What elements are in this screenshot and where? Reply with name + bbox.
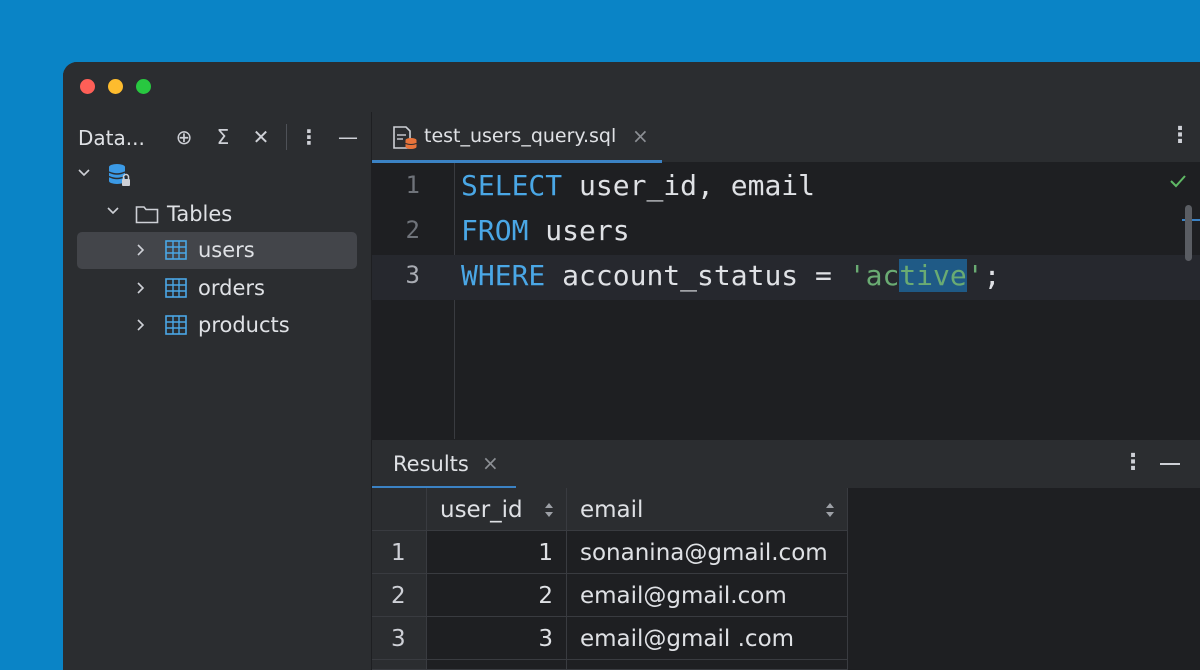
sort-icon[interactable]	[544, 501, 554, 519]
table-icon	[165, 315, 187, 335]
chevron-right-icon[interactable]	[134, 243, 148, 257]
tree-item-tables-folder[interactable]: Tables	[77, 196, 357, 233]
table-cell-user-id[interactable]: 1	[427, 531, 567, 574]
results-more-icon[interactable]: ⋮	[1122, 450, 1144, 475]
code-line[interactable]: 1 SELECT user_id, email	[372, 165, 1200, 210]
table-icon	[165, 240, 187, 260]
tree-item-products[interactable]: products	[77, 307, 357, 344]
ide-window: Data... ⊕ Σ ✕ ⋮ — Tables users orders pr…	[63, 62, 1200, 670]
editor-more-icon[interactable]: ⋮	[1169, 123, 1191, 148]
column-header-user-id[interactable]: user_id	[427, 488, 567, 531]
table-cell-email[interactable]: email@gmail.com	[567, 574, 848, 617]
sql-text: account_status =	[545, 259, 849, 292]
editor-scrollbar[interactable]	[1185, 205, 1192, 261]
code-text: FROM users	[461, 214, 630, 247]
results-tab-label: Results	[393, 452, 469, 476]
sql-keyword: SELECT	[461, 169, 563, 202]
chevron-right-icon[interactable]	[134, 281, 148, 295]
table-cell-user-id[interactable]: 2	[427, 574, 567, 617]
row-number	[372, 660, 427, 670]
sql-text: users	[528, 214, 630, 247]
tree-label-products: products	[198, 313, 290, 337]
title-bar	[63, 62, 1200, 112]
row-number[interactable]: 1	[372, 531, 427, 574]
table-cell-user-id	[427, 660, 567, 670]
tab-label: test_users_query.sql	[424, 125, 617, 147]
chevron-right-icon[interactable]	[134, 318, 148, 332]
window-close-button[interactable]	[80, 79, 95, 94]
tab-close-icon[interactable]: ×	[632, 124, 649, 148]
tree-label-users: users	[198, 238, 255, 262]
sql-string: 'ac	[848, 259, 900, 292]
code-line-current[interactable]: 3 WHERE account_status = 'active';	[372, 255, 1200, 300]
table-cell-user-id[interactable]: 3	[427, 617, 567, 660]
table-cell-email	[567, 660, 848, 670]
column-header-label: email	[580, 497, 644, 523]
chevron-down-icon[interactable]	[77, 166, 91, 180]
tree-item-datasource[interactable]	[77, 158, 357, 195]
line-number: 3	[405, 261, 420, 289]
code-text: SELECT user_id, email	[461, 169, 815, 202]
results-close-icon[interactable]: ×	[482, 451, 499, 475]
database-sidebar: Data... ⊕ Σ ✕ ⋮ — Tables users orders pr…	[63, 112, 372, 670]
sql-keyword: FROM	[461, 214, 529, 247]
tab-test-users-query[interactable]: test_users_query.sql ×	[372, 112, 662, 163]
sort-icon[interactable]	[825, 501, 835, 519]
row-number[interactable]: 3	[372, 617, 427, 660]
sql-editor[interactable]: 1 SELECT user_id, email 2 FROM users 3 W…	[372, 163, 1200, 439]
minimize-panel-icon[interactable]: —	[335, 124, 361, 150]
sidebar-header: Data... ⊕ Σ ✕ ⋮ —	[63, 112, 371, 162]
tree-item-orders[interactable]: orders	[77, 270, 357, 307]
table-cell-email[interactable]: sonanina@gmail.com	[567, 531, 848, 574]
row-number[interactable]: 2	[372, 574, 427, 617]
table-icon	[165, 278, 187, 298]
sql-string-selection: tive	[899, 259, 967, 292]
grid-corner	[372, 488, 427, 531]
line-number: 2	[405, 216, 420, 244]
chevron-down-icon[interactable]	[106, 204, 120, 218]
tree-label-orders: orders	[198, 276, 265, 300]
results-tab-bar: Results × ⋮	[372, 439, 1200, 489]
sql-text: ;	[983, 259, 1001, 292]
close-icon[interactable]: ✕	[248, 124, 274, 150]
code-line[interactable]: 2 FROM users	[372, 210, 1200, 255]
results-minimize-icon[interactable]	[1160, 463, 1180, 465]
folder-icon	[135, 206, 159, 224]
tree-item-users[interactable]: users	[77, 232, 357, 269]
tree-label-tables: Tables	[167, 202, 233, 226]
check-icon[interactable]	[1168, 171, 1188, 191]
sql-keyword: WHERE	[461, 259, 546, 292]
editor-tab-bar: test_users_query.sql × ⋮	[372, 112, 1200, 163]
sql-text: user_id, email	[562, 169, 816, 202]
window-minimize-button[interactable]	[108, 79, 123, 94]
sql-string: '	[966, 259, 984, 292]
column-header-label: user_id	[440, 497, 523, 523]
column-header-email[interactable]: email	[567, 488, 848, 531]
sidebar-title: Data...	[78, 126, 145, 150]
code-text: WHERE account_status = 'active';	[461, 259, 1000, 292]
window-maximize-button[interactable]	[136, 79, 151, 94]
database-icon	[108, 164, 130, 186]
tab-results[interactable]: Results ×	[372, 440, 516, 489]
sql-file-icon	[393, 126, 417, 149]
line-number: 1	[405, 171, 420, 199]
sigma-icon[interactable]: Σ	[210, 124, 236, 150]
table-cell-email[interactable]: email@gmail .com	[567, 617, 848, 660]
locate-icon[interactable]: ⊕	[171, 124, 197, 150]
more-options-icon[interactable]: ⋮	[296, 124, 322, 150]
toolbar-divider	[286, 124, 287, 150]
results-grid: user_id email 1 1 sonanina@gmail.com 2 2…	[372, 488, 1200, 670]
